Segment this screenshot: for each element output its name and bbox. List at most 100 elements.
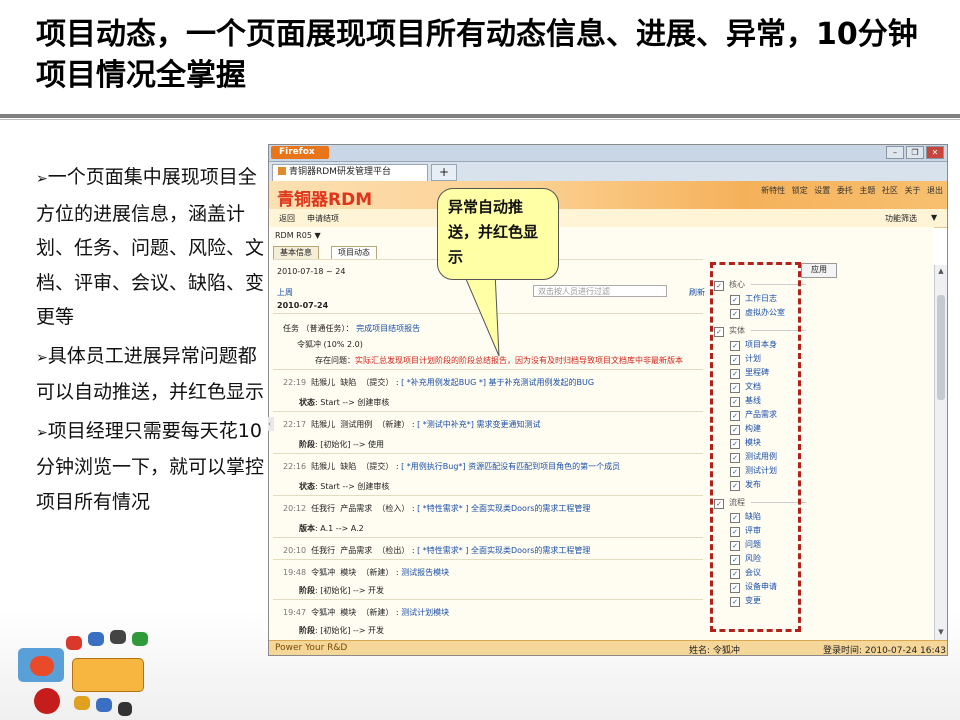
event-detail-label: 版本 [299, 524, 315, 533]
logo-badge-icon [30, 656, 54, 676]
event-kind: 模块 [340, 608, 357, 617]
app-navbar: 返回 申请结项 功能筛选 ▼ [269, 209, 947, 228]
maximize-icon[interactable]: ❐ [906, 146, 924, 159]
event-person: 令狐冲 [311, 608, 336, 617]
title-divider [0, 114, 960, 118]
event-time: 20:12 [283, 504, 307, 513]
event-kind: 缺陷 [340, 462, 357, 471]
event-link[interactable]: [ *测试中补充*] 需求变更通知测试 [417, 420, 540, 429]
bullet-mark-icon: ➢ [36, 349, 48, 366]
event-time: 22:16 [283, 462, 307, 471]
event-link[interactable]: [ *特性需求* ] 全面实现类Doors的需求工程管理 [417, 546, 590, 555]
top-link[interactable]: 委托 [837, 186, 853, 195]
event-detail: 阶段: [初始化] --> 使用 [299, 439, 384, 450]
day-label: 2010-07-24 [277, 301, 329, 310]
event-row: 20:12 任我行 产品需求 （检入） : [ *特性需求* ] 全面实现类Do… [283, 504, 591, 513]
task-assignee-progress: 令狐冲 (10% 2.0) [297, 340, 363, 349]
back-link[interactable]: 返回 [279, 213, 295, 224]
apply-closure-link[interactable]: 申请结项 [307, 213, 339, 224]
bullet-text: 具体员工进展异常问题都可以自动推送，并红色显示 [36, 344, 265, 404]
event-person: 令狐冲 [311, 568, 336, 577]
issue-label: 存在问题： [315, 356, 355, 365]
vertical-scrollbar[interactable]: ▲ ▼ [934, 265, 947, 640]
event-link[interactable]: 测试报告模块 [401, 568, 449, 577]
event-detail-label: 阶段 [299, 626, 315, 635]
firefox-menu-button[interactable]: Firefox [271, 146, 329, 159]
event-detail: 阶段: [初始化] --> 开发 [299, 625, 384, 636]
top-link[interactable]: 退出 [927, 186, 943, 195]
event-link[interactable]: [ *用例执行Bug*] 资源匹配没有匹配到项目角色的第一个成员 [401, 462, 620, 471]
bullet-text: 一个页面集中展现项目全方位的进展信息，涵盖计划、任务、问题、风险、文档、评审、会… [36, 166, 265, 328]
tab-basic-info[interactable]: 基本信息 [273, 246, 319, 259]
top-link[interactable]: 设置 [814, 186, 830, 195]
app-statusbar: Power Your R&D 姓名: 令狐冲 登录时间: 2010-07-24 … [269, 640, 947, 655]
divider [273, 599, 703, 600]
event-row: 22:19 陆猴儿 缺陷 （提交） : [ *补充用例发起BUG *] 基于补充… [283, 378, 595, 387]
bullet-item: ➢一个页面集中展现项目全方位的进展信息，涵盖计划、任务、问题、风险、文档、评审、… [36, 160, 266, 335]
new-tab-button[interactable]: + [431, 164, 457, 181]
top-links: 新特性 锁定 设置 委托 主题 社区 关于 退出 [757, 185, 943, 196]
event-kind: 产品需求 [340, 504, 373, 513]
task-separator: ： [345, 324, 354, 333]
event-detail-text: : Start --> 创建审核 [315, 398, 390, 407]
prev-week-link[interactable]: 上周 [277, 287, 293, 298]
project-selector-value: RDM R05 [275, 231, 312, 240]
bullet-text: 项目经理只需要每天花10分钟浏览一下，就可以掌控项目所有情况 [36, 419, 265, 513]
project-selector[interactable]: RDM R05 ▼ [275, 231, 321, 240]
bullet-mark-icon: ➢ [36, 424, 48, 441]
date-range: 2010-07-18 ~ 24 [277, 267, 346, 276]
event-link[interactable]: 测试计划模块 [401, 608, 449, 617]
browser-tab[interactable]: 青铜器RDM研发管理平台 [272, 164, 428, 181]
task-link[interactable]: 完成项目结项报告 [356, 324, 420, 333]
event-time: 22:19 [283, 378, 307, 387]
event-detail: 阶段: [初始化] --> 开发 [299, 585, 384, 596]
refresh-link[interactable]: 刷新 [689, 287, 705, 298]
event-detail-label: 状态 [299, 398, 315, 407]
divider [273, 411, 703, 412]
event-link[interactable]: [ *特性需求* ] 全面实现类Doors的需求工程管理 [417, 504, 590, 513]
sidebar-toggle-icon[interactable]: ‹ [268, 417, 274, 431]
logo-tile-icon [88, 632, 104, 646]
task-entry: 任务 （普通任务）： 完成项目结项报告 [283, 323, 420, 334]
event-time: 22:17 [283, 420, 307, 429]
close-icon[interactable]: ✕ [926, 146, 944, 159]
top-link[interactable]: 新特性 [761, 186, 785, 195]
event-row: 22:16 陆猴儿 缺陷 （提交） : [ *用例执行Bug*] 资源匹配没有匹… [283, 462, 621, 471]
top-link[interactable]: 社区 [882, 186, 898, 195]
top-link[interactable]: 锁定 [792, 186, 808, 195]
browser-window: Firefox – ❐ ✕ 青铜器RDM研发管理平台 + 青铜器RDM 新特性 … [268, 144, 948, 656]
event-detail: 状态: Start --> 创建审核 [299, 481, 389, 492]
event-action: （提交） [361, 378, 394, 387]
event-row: 19:47 令狐冲 模块 （新建） : 测试计划模块 [283, 608, 450, 617]
function-filter-link[interactable]: 功能筛选 [885, 213, 917, 224]
title-divider-thin [0, 119, 960, 120]
minimize-icon[interactable]: – [886, 146, 904, 159]
logo-tile-icon [66, 636, 82, 650]
event-person: 陆猴儿 [311, 462, 336, 471]
event-action: （新建） [377, 420, 410, 429]
event-detail-label: 状态 [299, 482, 315, 491]
brand-logo: 青铜器RDM [277, 190, 373, 210]
event-action: （提交） [361, 462, 394, 471]
top-link[interactable]: 主题 [859, 186, 875, 195]
event-row: 22:17 陆猴儿 测试用例 （新建） : [ *测试中补充*] 需求变更通知测… [283, 420, 541, 429]
issue-text: 实际汇总发现项目计划阶段的阶段总结报告，因为没有及时归档导致项目文档库中非最新版… [355, 356, 683, 365]
event-time: 19:47 [283, 608, 307, 617]
event-row: 19:48 令狐冲 模块 （新建） : 测试报告模块 [283, 568, 450, 577]
chevron-down-icon[interactable]: ▼ [931, 213, 937, 222]
highlight-box [710, 262, 801, 632]
scroll-down-icon[interactable]: ▼ [937, 628, 945, 636]
event-detail: 版本: A.1 --> A.2 [299, 523, 364, 534]
divider [273, 369, 703, 370]
logo-tile-icon [132, 632, 148, 646]
tab-project-activity[interactable]: 项目动态 [331, 246, 377, 259]
event-link[interactable]: [ *补充用例发起BUG *] 基于补充测试用例发起的BUG [401, 378, 594, 387]
scroll-up-icon[interactable]: ▲ [937, 267, 945, 275]
event-kind: 缺陷 [340, 378, 357, 387]
person-filter-input[interactable]: 双击按人员进行过滤 [533, 285, 667, 297]
callout-bubble: 异常自动推送，并红色显示 [437, 188, 559, 280]
top-link[interactable]: 关于 [904, 186, 920, 195]
event-detail-label: 阶段 [299, 586, 315, 595]
event-action: （新建） [361, 568, 394, 577]
scrollbar-thumb[interactable] [937, 295, 945, 400]
